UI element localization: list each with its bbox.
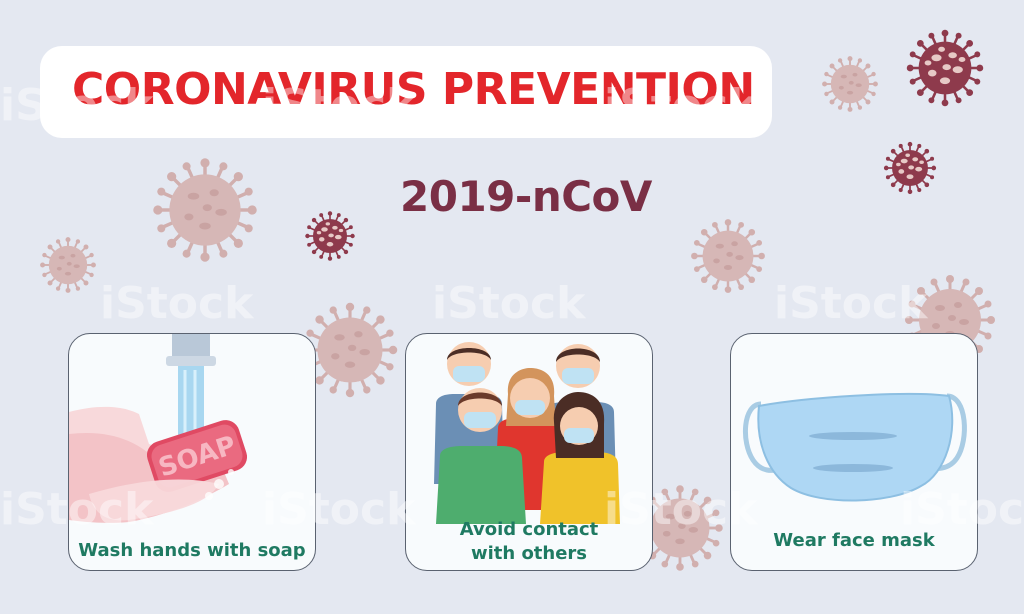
virus-icon: [39, 236, 97, 294]
page-title: CORONAVIRUS PREVENTION: [72, 64, 755, 115]
virus-icon: [689, 217, 767, 295]
card-label-wash-hands: Wash hands with soap: [78, 540, 306, 561]
card-label-avoid-contact-line2: with others: [470, 543, 588, 564]
card-avoid-contact: Avoid contact with others: [405, 333, 653, 571]
virus-icon: [301, 301, 399, 399]
card-wash-hands: SOAP Wash hands with soap: [68, 333, 316, 571]
virus-icon: [151, 156, 259, 264]
card-label-avoid-contact-line1: Avoid contact: [459, 519, 599, 540]
hand-washing-icon: SOAP: [69, 334, 248, 523]
card-label-face-mask: Wear face mask: [773, 530, 935, 551]
card-face-mask: Wear face mask: [730, 333, 978, 571]
virus-icon: [905, 28, 985, 108]
virus-icon: [304, 210, 356, 262]
virus-icon: [821, 55, 879, 113]
virus-icon: [883, 141, 937, 195]
infographic: CORONAVIRUS PREVENTION 2019-nCoV SOAP Wa…: [0, 0, 1024, 614]
page-subtitle: 2019-nCoV: [400, 172, 652, 221]
